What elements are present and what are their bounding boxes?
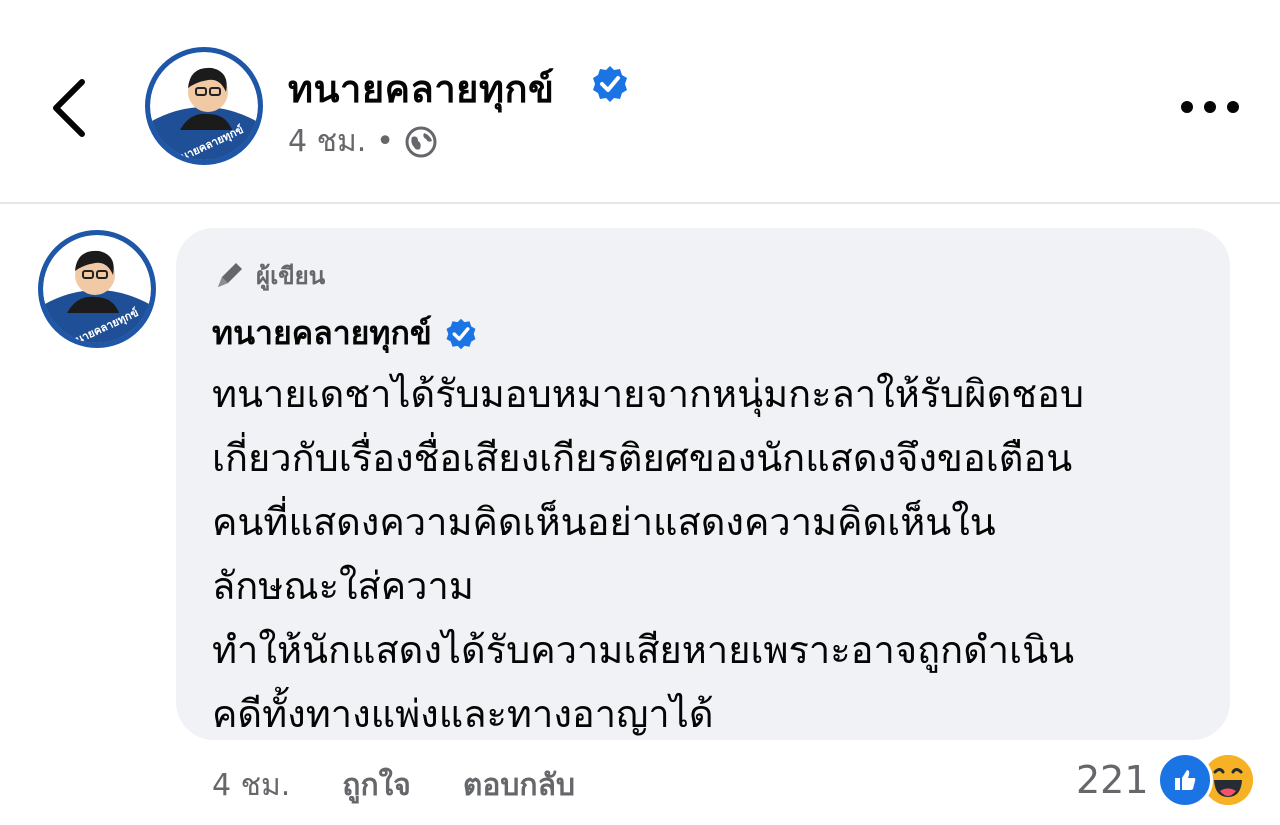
chevron-left-icon — [53, 79, 85, 137]
post-header: ทนายคลายทุกข์ ทนายคลายทุกข์ 4 ชม. • — [0, 0, 1280, 202]
comment-author-name[interactable]: ทนายคลายทุกข์ — [212, 308, 432, 359]
like-reaction-icon — [1156, 752, 1213, 808]
comment-actions: 4 ชม. ถูกใจ ตอบกลับ — [212, 762, 575, 809]
globe-icon — [405, 126, 437, 157]
verified-badge-icon — [446, 318, 476, 349]
reply-button[interactable]: ตอบกลับ — [463, 762, 575, 809]
page-avatar[interactable]: ทนายคลายทุกข์ — [145, 47, 263, 165]
commenter-avatar[interactable]: ทนายคลายทุกข์ — [38, 230, 156, 348]
verified-badge-icon — [593, 66, 627, 102]
like-button[interactable]: ถูกใจ — [342, 762, 411, 809]
pen-icon — [218, 262, 242, 287]
more-options-button[interactable] — [1175, 92, 1245, 122]
reaction-count: 221 — [1076, 758, 1149, 802]
back-button[interactable] — [40, 72, 100, 142]
more-horizontal-icon — [1181, 101, 1239, 113]
page-name[interactable]: ทนายคลายทุกข์ — [288, 58, 554, 119]
comment-author: ทนายคลายทุกข์ — [212, 308, 478, 359]
comment-bubble: ผู้เขียน ทนายคลายทุกข์ ทนายเดชาได้รับมอบ… — [176, 228, 1230, 740]
avatar-image: ทนายคลายทุกข์ — [150, 52, 258, 160]
author-badge-label: ผู้เขียน — [256, 262, 326, 290]
comment-time[interactable]: 4 ชม. — [212, 762, 290, 809]
post-meta: 4 ชม. • — [288, 118, 438, 165]
post-time[interactable]: 4 ชม. — [288, 118, 366, 165]
header-divider — [0, 202, 1280, 204]
avatar-image: ทนายคลายทุกข์ — [43, 235, 151, 343]
comment-text: ทนายเดชาได้รับมอบหมายจากหนุ่มกะลาให้รับผ… — [212, 372, 1084, 736]
author-badge: ผู้เขียน — [212, 256, 325, 295]
meta-separator: • — [376, 124, 394, 159]
reactions-summary[interactable]: 221 — [1076, 752, 1253, 808]
